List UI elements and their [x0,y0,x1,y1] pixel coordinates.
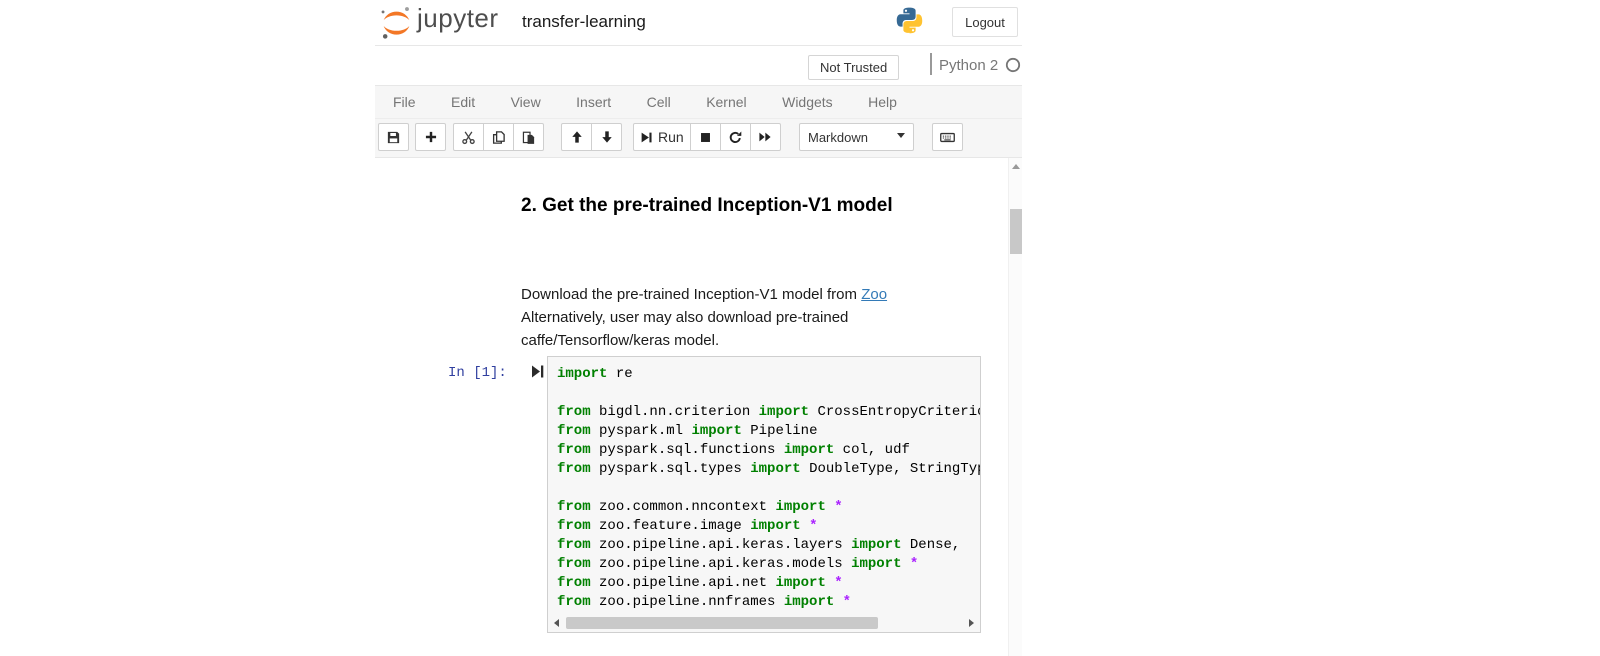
kernel-name: Python 2 [939,57,998,74]
move-down-button[interactable] [591,123,622,151]
fast-forward-icon [758,130,772,144]
stop-button[interactable] [690,123,721,151]
header: jupyter transfer-learning Logout [375,0,1022,46]
python-logo-icon [895,6,924,35]
restart-kernel-button[interactable] [720,123,751,151]
menu-kernel[interactable]: Kernel [706,94,746,110]
menu-widgets[interactable]: Widgets [782,94,833,110]
command-palette-button[interactable] [932,123,963,151]
move-group [561,123,622,151]
code-line: import re [557,365,980,384]
code-line: from pyspark.sql.functions import col, u… [557,441,980,460]
logout-button[interactable]: Logout [952,7,1018,37]
run-button[interactable]: Run [633,123,691,151]
save-icon [386,130,401,145]
cell-type-select[interactable]: Markdown [799,123,914,151]
zoo-link[interactable]: Zoo [861,286,887,303]
trust-status-button[interactable]: Not Trusted [808,55,899,80]
cell-step-forward-icon [531,364,544,379]
menu-insert[interactable]: Insert [576,94,611,110]
cell-type-value: Markdown [808,130,868,145]
move-up-icon [570,130,584,144]
markdown-paragraph: Download the pre-trained Inception-V1 mo… [521,283,921,352]
move-up-button[interactable] [561,123,592,151]
code-line: from zoo.feature.image import * [557,517,980,536]
edit-group [453,123,544,151]
code-line: from zoo.pipeline.api.keras.layers impor… [557,536,980,555]
menu-view[interactable]: View [511,94,541,110]
copy-icon [491,130,506,145]
menu-edit[interactable]: Edit [451,94,475,110]
page-vertical-scrollbar[interactable] [1008,158,1022,656]
menu-cell[interactable]: Cell [647,94,671,110]
code-line: from zoo.pipeline.api.keras.models impor… [557,555,980,574]
menu-file[interactable]: File [393,94,416,110]
menu-help[interactable]: Help [868,94,897,110]
fast-forward-button[interactable] [750,123,781,151]
scroll-right-icon[interactable] [969,619,974,627]
kernel-status-icon [1005,57,1021,73]
toolbar: Run Markdown [375,123,1022,157]
keyboard-icon [939,130,956,145]
restart-kernel-icon [728,130,743,145]
copy-button[interactable] [483,123,514,151]
code-line: from pyspark.sql.types import DoubleType… [557,460,980,479]
add-cell-icon [424,130,438,144]
paste-icon [521,130,536,145]
cut-icon [461,130,476,145]
chevron-down-icon [897,133,905,138]
scroll-up-icon[interactable] [1012,164,1020,169]
scroll-left-icon[interactable] [554,619,559,627]
code-line: from bigdl.nn.criterion import CrossEntr… [557,403,980,422]
jupyter-logo-icon [378,4,415,42]
jupyter-logo-text[interactable]: jupyter [417,3,499,34]
code-line: from zoo.pipeline.api.net import * [557,574,980,593]
notebook-title[interactable]: transfer-learning [522,12,646,32]
vertical-scroll-thumb[interactable] [1010,209,1022,254]
move-down-icon [600,130,614,144]
input-prompt: In [1]: [448,365,507,381]
code-line [557,479,980,498]
notebook-app: jupyter transfer-learning Logout Not Tru… [375,0,1022,656]
paragraph-text-after: Alternatively, user may also download pr… [521,309,848,349]
run-button-label: Run [658,129,684,145]
code-line: from zoo.common.nncontext import * [557,498,980,517]
kernel-separator [930,53,932,75]
cut-button[interactable] [453,123,484,151]
status-row: Not Trusted Python 2 [375,46,1022,85]
code-line: from pyspark.ml import Pipeline [557,422,980,441]
code-lines: import re from bigdl.nn.criterion import… [548,357,980,612]
notebook-content: 2. Get the pre-trained Inception-V1 mode… [375,158,1008,656]
horizontal-scroll-thumb[interactable] [566,617,878,629]
code-cell-editor[interactable]: import re from bigdl.nn.criterion import… [547,356,981,633]
chrome: File Edit View Insert Cell Kernel Widget… [375,85,1022,158]
save-button[interactable] [378,123,409,151]
paste-button[interactable] [513,123,544,151]
code-line: from zoo.pipeline.nnframes import * [557,593,980,612]
add-cell-button[interactable] [415,123,446,151]
code-horizontal-scrollbar[interactable] [549,615,979,631]
step-forward-icon [640,131,653,144]
markdown-heading: 2. Get the pre-trained Inception-V1 mode… [521,195,921,216]
paragraph-text: Download the pre-trained Inception-V1 mo… [521,286,861,303]
stop-icon [699,131,712,144]
menubar: File Edit View Insert Cell Kernel Widget… [375,86,1022,119]
run-group: Run [633,123,781,151]
code-line [557,384,980,403]
